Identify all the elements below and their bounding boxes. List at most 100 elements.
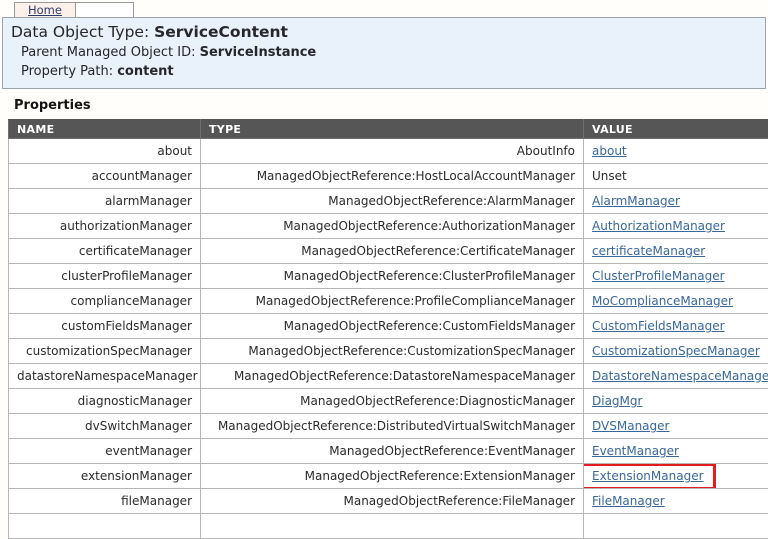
property-value-cell: DatastoreNamespaceManager <box>584 364 768 389</box>
property-type-cell: ManagedObjectReference:FileManager <box>201 489 584 514</box>
table-row: alarmManager ManagedObjectReference:Alar… <box>9 189 768 214</box>
table-row: accountManager ManagedObjectReference:Ho… <box>9 164 768 189</box>
property-name-cell: diagnosticManager <box>9 389 201 414</box>
parent-label: Parent Managed Object ID: <box>21 45 200 60</box>
value-link[interactable]: CustomFieldsManager <box>592 319 725 333</box>
property-type-cell: ManagedObjectReference:CustomizationSpec… <box>201 339 584 364</box>
property-name-cell: complianceManager <box>9 289 201 314</box>
value-link[interactable]: about <box>592 144 627 158</box>
property-name-cell: authorizationManager <box>9 214 201 239</box>
parent-value: ServiceInstance <box>200 45 317 60</box>
property-value-cell: Unset <box>584 164 768 189</box>
properties-table: NAME TYPE VALUE about AboutInfo about ac… <box>8 119 768 539</box>
property-type-cell <box>201 514 584 539</box>
table-header-row: NAME TYPE VALUE <box>9 120 768 139</box>
property-type-cell: ManagedObjectReference:CustomFieldsManag… <box>201 314 584 339</box>
property-value-cell: about <box>584 139 768 164</box>
value-link[interactable]: AuthorizationManager <box>592 219 725 233</box>
path-label: Property Path: <box>21 64 117 79</box>
table-row: datastoreNamespaceManager ManagedObjectR… <box>9 364 768 389</box>
value-link[interactable]: DatastoreNamespaceManager <box>592 369 768 383</box>
property-type-cell: ManagedObjectReference:EventManager <box>201 439 584 464</box>
property-name-cell <box>9 514 201 539</box>
title-value: ServiceContent <box>154 23 288 41</box>
property-name-cell: about <box>9 139 201 164</box>
value-link[interactable]: CustomizationSpecManager <box>592 344 760 358</box>
tab-bar: Home <box>14 2 768 17</box>
property-type-cell: ManagedObjectReference:ExtensionManager <box>201 464 584 489</box>
value-link[interactable]: certificateManager <box>592 244 705 258</box>
property-value-cell: AuthorizationManager <box>584 214 768 239</box>
path-value: content <box>117 64 173 79</box>
parent-managed-object-id: Parent Managed Object ID: ServiceInstanc… <box>21 44 757 61</box>
property-value-cell: DVSManager <box>584 414 768 439</box>
property-path: Property Path: content <box>21 63 757 80</box>
property-type-cell: ManagedObjectReference:DatastoreNamespac… <box>201 364 584 389</box>
property-value-cell: EventManager <box>584 439 768 464</box>
property-value-cell: ExtensionManager <box>584 464 768 489</box>
home-link[interactable]: Home <box>28 3 62 17</box>
properties-heading: Properties <box>14 98 768 113</box>
property-type-cell: ManagedObjectReference:AuthorizationMana… <box>201 214 584 239</box>
property-value-cell: AlarmManager <box>584 189 768 214</box>
value-link[interactable]: ExtensionManager <box>592 469 704 483</box>
value-link[interactable]: DiagMgr <box>592 394 642 408</box>
property-type-cell: ManagedObjectReference:AlarmManager <box>201 189 584 214</box>
value-link[interactable]: ClusterProfileManager <box>592 269 725 283</box>
value-link[interactable]: FileManager <box>592 494 665 508</box>
property-name-cell: clusterProfileManager <box>9 264 201 289</box>
tab-empty <box>76 2 134 17</box>
property-value-cell: CustomFieldsManager <box>584 314 768 339</box>
table-row: diagnosticManager ManagedObjectReference… <box>9 389 768 414</box>
property-type-cell: ManagedObjectReference:DistributedVirtua… <box>201 414 584 439</box>
table-row: clusterProfileManager ManagedObjectRefer… <box>9 264 768 289</box>
property-type-cell: ManagedObjectReference:ClusterProfileMan… <box>201 264 584 289</box>
property-value-cell: MoComplianceManager <box>584 289 768 314</box>
property-name-cell: customizationSpecManager <box>9 339 201 364</box>
table-row: complianceManager ManagedObjectReference… <box>9 289 768 314</box>
table-row: customizationSpecManager ManagedObjectRe… <box>9 339 768 364</box>
property-type-cell: ManagedObjectReference:DiagnosticManager <box>201 389 584 414</box>
property-name-cell: dvSwitchManager <box>9 414 201 439</box>
value-text: Unset <box>592 169 627 183</box>
table-row: authorizationManager ManagedObjectRefere… <box>9 214 768 239</box>
tab-home[interactable]: Home <box>14 2 76 17</box>
value-link[interactable]: DVSManager <box>592 419 669 433</box>
value-link[interactable]: EventManager <box>592 444 679 458</box>
property-name-cell: extensionManager <box>9 464 201 489</box>
column-header-type: TYPE <box>201 120 584 139</box>
property-name-cell: certificateManager <box>9 239 201 264</box>
title-label: Data Object Type: <box>11 23 154 41</box>
property-type-cell: ManagedObjectReference:HostLocalAccountM… <box>201 164 584 189</box>
property-value-cell: ClusterProfileManager <box>584 264 768 289</box>
property-value-cell <box>584 514 768 539</box>
property-name-cell: alarmManager <box>9 189 201 214</box>
column-header-name: NAME <box>9 120 201 139</box>
property-name-cell: fileManager <box>9 489 201 514</box>
table-row: certificateManager ManagedObjectReferenc… <box>9 239 768 264</box>
property-name-cell: accountManager <box>9 164 201 189</box>
table-row: customFieldsManager ManagedObjectReferen… <box>9 314 768 339</box>
table-row <box>9 514 768 539</box>
property-value-cell: CustomizationSpecManager <box>584 339 768 364</box>
table-row: about AboutInfo about <box>9 139 768 164</box>
property-type-cell: ManagedObjectReference:CertificateManage… <box>201 239 584 264</box>
table-body: about AboutInfo about accountManager Man… <box>9 139 768 539</box>
property-value-cell: DiagMgr <box>584 389 768 414</box>
property-type-cell: ManagedObjectReference:ProfileCompliance… <box>201 289 584 314</box>
table-row: fileManager ManagedObjectReference:FileM… <box>9 489 768 514</box>
table-row: dvSwitchManager ManagedObjectReference:D… <box>9 414 768 439</box>
object-info-box: Data Object Type: ServiceContent Parent … <box>2 17 766 89</box>
table-row: eventManager ManagedObjectReference:Even… <box>9 439 768 464</box>
mob-page: { "tabs": { "home_label": "Home" }, "hea… <box>0 2 768 517</box>
value-link[interactable]: MoComplianceManager <box>592 294 733 308</box>
property-name-cell: eventManager <box>9 439 201 464</box>
property-name-cell: datastoreNamespaceManager <box>9 364 201 389</box>
property-value-cell: certificateManager <box>584 239 768 264</box>
column-header-value: VALUE <box>584 120 768 139</box>
page-title: Data Object Type: ServiceContent <box>11 23 757 42</box>
value-link[interactable]: AlarmManager <box>592 194 680 208</box>
property-value-cell: FileManager <box>584 489 768 514</box>
table-row: extensionManager ManagedObjectReference:… <box>9 464 768 489</box>
property-type-cell: AboutInfo <box>201 139 584 164</box>
